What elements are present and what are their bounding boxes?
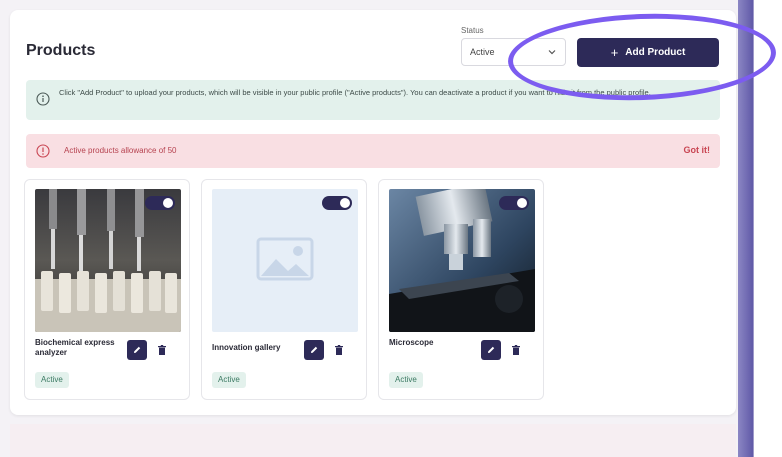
lab-pipettes-photo[interactable]: [35, 189, 181, 332]
info-banner-text: Click "Add Product" to upload your produ…: [59, 88, 651, 97]
edit-product-button[interactable]: [127, 340, 147, 360]
product-name: Biochemical express analyzer: [35, 338, 115, 357]
delete-product-button[interactable]: [509, 342, 523, 358]
alert-icon: [36, 144, 50, 158]
product-active-toggle[interactable]: [499, 196, 529, 210]
delete-product-button[interactable]: [332, 342, 346, 358]
allowance-banner: Active products allowance of 50 Got it!: [26, 134, 720, 168]
window-edge: [738, 0, 782, 457]
microscope-photo[interactable]: [389, 189, 535, 332]
pencil-icon: [311, 346, 318, 353]
status-label: Status: [461, 26, 484, 35]
product-card: Microscope Active: [378, 179, 544, 400]
pencil-icon: [134, 346, 141, 353]
status-badge: Active: [212, 372, 246, 388]
add-product-label: Add Product: [625, 47, 686, 58]
edit-product-button[interactable]: [304, 340, 324, 360]
product-image[interactable]: [212, 189, 358, 332]
status-badge: Active: [389, 372, 423, 388]
status-select-value: Active: [470, 47, 495, 57]
product-name: Microscope: [389, 338, 434, 347]
status-badge: Active: [35, 372, 69, 388]
image-placeholder-icon: [256, 237, 314, 281]
allowance-text: Active products allowance of 50: [64, 146, 177, 155]
pencil-icon: [488, 346, 495, 353]
status-select[interactable]: Active: [461, 38, 566, 66]
got-it-button[interactable]: Got it!: [684, 145, 711, 155]
footer-band: [10, 424, 736, 457]
trash-icon: [158, 345, 166, 355]
info-icon: [36, 92, 50, 106]
trash-icon: [335, 345, 343, 355]
chevron-down-icon: [548, 50, 556, 55]
add-product-button[interactable]: + Add Product: [577, 38, 719, 67]
product-card: Biochemical express analyzer Active: [24, 179, 190, 400]
page-title: Products: [26, 42, 96, 59]
product-name: Innovation gallery: [212, 343, 281, 352]
product-active-toggle[interactable]: [145, 196, 175, 210]
product-active-toggle[interactable]: [322, 196, 352, 210]
delete-product-button[interactable]: [155, 342, 169, 358]
edit-product-button[interactable]: [481, 340, 501, 360]
trash-icon: [512, 345, 520, 355]
plus-icon: +: [610, 45, 619, 60]
info-banner: Click "Add Product" to upload your produ…: [26, 80, 720, 120]
product-card: Innovation gallery Active: [201, 179, 367, 400]
